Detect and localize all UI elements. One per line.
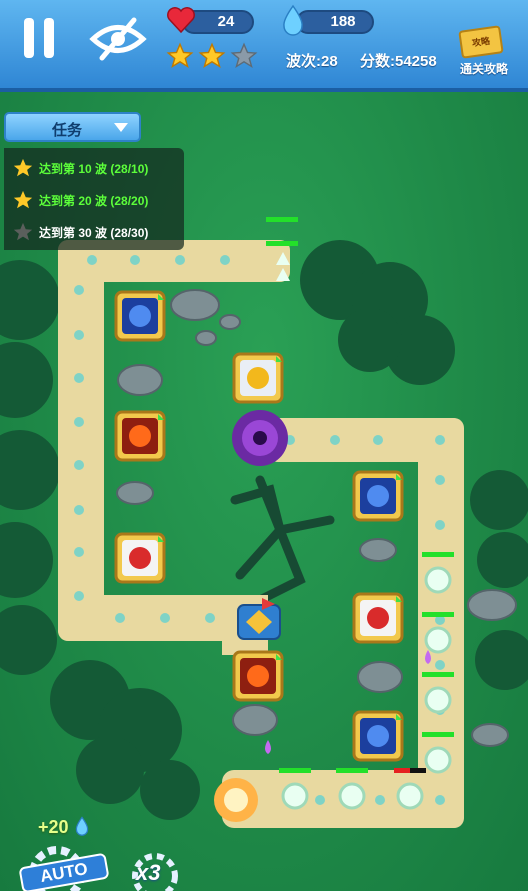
income-value: +20 bbox=[38, 817, 69, 837]
blue-vortex-icon bbox=[352, 710, 404, 762]
pause-icon bbox=[24, 18, 54, 58]
tower-blue-vortex[interactable] bbox=[352, 710, 404, 762]
task-row: 达到第 10 波 (28/10) bbox=[12, 154, 184, 182]
enemy-spawn-portal bbox=[232, 410, 288, 466]
star-filled-icon bbox=[198, 42, 226, 69]
task-label: 达到第 30 波 (28/30) bbox=[39, 225, 149, 240]
wave-counter: 波次:28 bbox=[286, 53, 338, 70]
tower-red-fire[interactable] bbox=[232, 650, 284, 702]
star-filled-icon bbox=[13, 158, 33, 177]
star-empty-icon bbox=[13, 222, 33, 241]
blue-vortex-icon bbox=[352, 470, 404, 522]
drop-icon bbox=[265, 740, 271, 754]
chevron-down-icon bbox=[114, 123, 128, 132]
guide-button[interactable]: 攻略 通关攻略 bbox=[450, 25, 518, 84]
task-label: 达到第 10 波 (28/10) bbox=[39, 161, 149, 176]
guide-label: 通关攻略 bbox=[459, 62, 508, 76]
auto-button[interactable]: AUTO bbox=[14, 842, 110, 891]
red-fire-icon bbox=[232, 650, 284, 702]
toggle-visibility-button[interactable] bbox=[88, 10, 148, 68]
tasks-tab-label: 任务 bbox=[52, 122, 83, 139]
water-drop-icon bbox=[75, 816, 88, 836]
game-stage[interactable]: 24 188 波次:28 分数:54258 攻略 通关攻略 任务 达到第 10 … bbox=[0, 0, 528, 891]
lives-value: 24 bbox=[217, 13, 235, 30]
speed-label: x3 bbox=[136, 860, 161, 885]
water-value: 188 bbox=[330, 13, 356, 30]
red-white-rocket-icon bbox=[114, 532, 166, 584]
water-counter: 188 bbox=[296, 10, 374, 34]
explosion-effect bbox=[214, 778, 258, 822]
star-rating bbox=[166, 42, 262, 70]
task-label: 达到第 20 波 (28/20) bbox=[39, 193, 149, 208]
blue-vortex-icon bbox=[114, 290, 166, 342]
heart-icon bbox=[167, 7, 195, 34]
star-empty-icon bbox=[230, 42, 258, 69]
tower-blue-vortex[interactable] bbox=[114, 290, 166, 342]
tower-blue-vortex[interactable] bbox=[352, 470, 404, 522]
tower-red-fire[interactable] bbox=[114, 410, 166, 462]
top-hud: 24 188 波次:28 分数:54258 攻略 通关攻略 bbox=[0, 0, 528, 92]
star-filled-icon bbox=[166, 42, 194, 69]
white-gold-arrow-icon bbox=[232, 352, 284, 404]
tasks-dropdown[interactable]: 任务 bbox=[4, 112, 141, 142]
water-drop-icon bbox=[283, 4, 303, 36]
pause-button[interactable] bbox=[12, 10, 70, 68]
star-filled-icon bbox=[13, 190, 33, 209]
tower-red-white-rocket[interactable] bbox=[352, 592, 404, 644]
task-row: 达到第 30 波 (28/30) bbox=[12, 218, 184, 246]
speed-button[interactable]: x3 bbox=[122, 848, 188, 891]
eye-hidden-icon bbox=[89, 17, 147, 61]
red-fire-icon bbox=[114, 410, 166, 462]
tower-white-gold-arrow[interactable] bbox=[232, 352, 284, 404]
tower-red-white-rocket[interactable] bbox=[114, 532, 166, 584]
score-counter: 分数:54258 bbox=[360, 53, 437, 70]
guide-badge-icon: 攻略 bbox=[458, 25, 504, 59]
income-indicator: +20 bbox=[38, 816, 90, 838]
task-row: 达到第 20 波 (28/20) bbox=[12, 186, 184, 214]
dead-tree bbox=[230, 475, 335, 605]
home-base bbox=[237, 598, 281, 640]
task-list: 达到第 10 波 (28/10) 达到第 20 波 (28/20) 达到第 30 波… bbox=[4, 148, 184, 250]
red-white-rocket-icon bbox=[352, 592, 404, 644]
